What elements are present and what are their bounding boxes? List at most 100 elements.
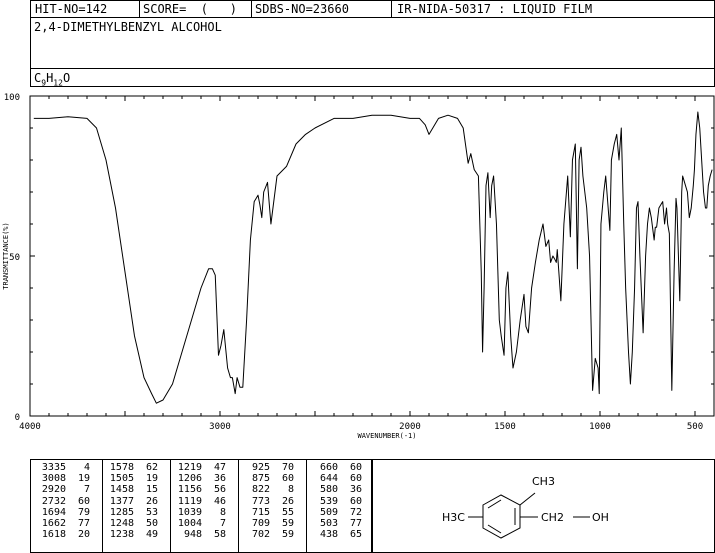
peak-wavenumber: 660: [319, 462, 338, 473]
peak-wavenumber: 509: [319, 506, 338, 518]
peak-row: 1004 7: [166, 518, 226, 529]
peak-row: 438 65: [302, 529, 362, 540]
ch3-label: CH3: [532, 475, 555, 488]
peak-wavenumber: 3008: [41, 473, 66, 485]
peak-wavenumber: 1248: [109, 518, 134, 530]
x-axis-label: WAVENUMBER(-1): [357, 432, 416, 440]
header-bar: HIT-NO=142 SCORE= ( ) SDBS-NO=23660 IR-N…: [30, 0, 715, 18]
peak-column: 3335 4 3008 19 2920 7 2732 60 1694 79 1662 77 1618 20: [30, 462, 90, 540]
peak-wavenumber: 709: [251, 518, 270, 530]
peak-row: 2732 60: [30, 496, 90, 507]
peak-wavenumber: 503: [319, 518, 338, 530]
peak-transmittance: 7: [83, 484, 90, 496]
peak-row: 875 60: [234, 473, 294, 484]
peak-wavenumber: 2920: [41, 484, 66, 496]
peak-row: 1458 15: [98, 484, 158, 495]
sdbs-number: SDBS-NO=23660: [255, 2, 349, 16]
peak-transmittance: 50: [145, 518, 158, 530]
peak-transmittance: 59: [281, 518, 294, 530]
peak-row: 2920 7: [30, 484, 90, 495]
peak-column: 660 60 644 60 580 36 539 60 509 72 503 77 438 65: [302, 462, 362, 540]
peak-transmittance: 60: [349, 462, 362, 473]
peak-transmittance: 72: [349, 506, 362, 518]
oh-label: OH: [592, 511, 609, 524]
peak-wavenumber: 1285: [109, 506, 134, 518]
peak-wavenumber: 1238: [109, 529, 134, 541]
peak-row: 1377 26: [98, 496, 158, 507]
peak-row: 660 60: [302, 462, 362, 473]
molecular-formula: C9H12O: [34, 71, 71, 88]
molecular-structure-drawing: H3C CH3 CH2 OH: [442, 475, 609, 539]
benzene-ring: [468, 492, 590, 539]
peak-row: 925 70: [234, 462, 294, 473]
x-tick-label: 3000: [209, 422, 231, 432]
peak-row: 1119 46: [166, 496, 226, 507]
peak-column: 1219 47 1206 36 1156 56 1119 46 1039 8 1004 7 948 58: [166, 462, 226, 540]
peak-transmittance: 59: [281, 529, 294, 541]
peak-wavenumber: 539: [319, 495, 338, 507]
peak-wavenumber: 1004: [177, 518, 202, 530]
score: SCORE= ( ): [143, 2, 237, 16]
peak-wavenumber: 925: [251, 462, 270, 473]
peak-wavenumber: 702: [251, 529, 270, 541]
peak-transmittance: 7: [219, 518, 226, 530]
peak-row: 644 60: [302, 473, 362, 484]
peak-wavenumber: 1662: [41, 518, 66, 530]
peak-row: 3335 4: [30, 462, 90, 473]
peak-wavenumber: 644: [319, 473, 338, 485]
peak-wavenumber: 1618: [41, 529, 66, 541]
peak-row: 1219 47: [166, 462, 226, 473]
peak-transmittance: 79: [77, 506, 90, 518]
peak-row: 822 8: [234, 484, 294, 495]
peak-row: 1578 62: [98, 462, 158, 473]
y-tick-label: 0: [15, 413, 20, 423]
peak-column: 925 70 875 60 822 8 773 26 715 55 709 59 702 59: [234, 462, 294, 540]
x-tick-label: 4000: [19, 422, 41, 432]
peak-transmittance: 60: [77, 495, 90, 507]
peak-column: 1578 62 1505 19 1458 15 1377 26 1285 53 1248 50 1238…: [98, 462, 158, 540]
peak-row: 1238 49: [98, 529, 158, 540]
peak-wavenumber: 948: [183, 529, 202, 541]
peak-wavenumber: 3335: [41, 462, 66, 473]
x-tick-label: 1000: [589, 422, 611, 432]
peak-wavenumber: 438: [319, 529, 338, 541]
peak-transmittance: 70: [281, 462, 294, 473]
ir-info: IR-NIDA-50317 : LIQUID FILM: [397, 2, 593, 16]
peak-transmittance: 62: [145, 462, 158, 473]
peak-transmittance: 8: [219, 506, 226, 518]
peak-transmittance: 8: [287, 484, 294, 496]
peak-wavenumber: 1039: [177, 506, 202, 518]
peak-transmittance: 58: [213, 529, 226, 541]
peak-transmittance: 15: [145, 484, 158, 496]
peak-transmittance: 65: [349, 529, 362, 541]
peak-row: 1505 19: [98, 473, 158, 484]
peak-wavenumber: 875: [251, 473, 270, 485]
peak-transmittance: 53: [145, 506, 158, 518]
peak-wavenumber: 1694: [41, 506, 66, 518]
peak-row: 1039 8: [166, 507, 226, 518]
peak-transmittance: 47: [213, 462, 226, 473]
y-tick-label: 50: [9, 253, 20, 263]
peak-row: 1662 77: [30, 518, 90, 529]
peak-transmittance: 26: [145, 495, 158, 507]
peak-row: 539 60: [302, 496, 362, 507]
peak-wavenumber: 715: [251, 506, 270, 518]
peak-row: 773 26: [234, 496, 294, 507]
peak-transmittance: 20: [77, 529, 90, 541]
y-tick-label: 100: [4, 93, 20, 103]
peak-row: 3008 19: [30, 473, 90, 484]
peak-row: 580 36: [302, 484, 362, 495]
peak-row: 715 55: [234, 507, 294, 518]
peak-transmittance: 60: [349, 473, 362, 485]
peak-transmittance: 77: [77, 518, 90, 530]
peak-row: 1206 36: [166, 473, 226, 484]
peak-wavenumber: 1219: [177, 462, 202, 473]
peak-wavenumber: 2732: [41, 495, 66, 507]
plot-frame: [29, 95, 715, 417]
x-tick-label: 500: [687, 422, 703, 432]
peak-transmittance: 55: [281, 506, 294, 518]
peak-transmittance: 49: [145, 529, 158, 541]
ir-spectrum-chart: 4000 3000 2000 1500 1000 500100500WAVENUMBER(…: [2, 93, 715, 440]
peak-wavenumber: 1156: [177, 484, 202, 496]
peak-transmittance: 77: [349, 518, 362, 530]
